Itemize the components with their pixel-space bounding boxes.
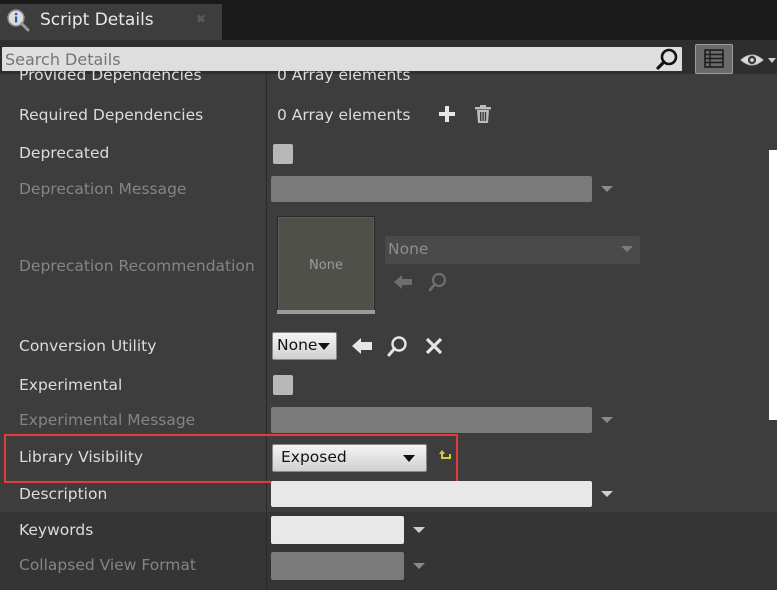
chevron-down-icon[interactable] [621, 246, 633, 252]
keywords-field[interactable] [271, 516, 404, 544]
chevron-down-icon [318, 343, 330, 350]
search-icon[interactable] [655, 48, 679, 70]
required-dependencies-value: 0 Array elements [277, 106, 411, 124]
trash-icon[interactable] [474, 104, 492, 124]
close-icon[interactable]: ✖ [196, 12, 206, 26]
property-matrix-button[interactable] [695, 44, 733, 74]
collapsed-view-format-label: Collapsed View Format [19, 556, 196, 574]
asset-picker-value: None [388, 240, 429, 258]
chevron-down-icon[interactable] [601, 186, 613, 192]
magnifier-info-icon [7, 9, 30, 32]
use-selected-arrow-icon[interactable] [393, 273, 413, 291]
browse-search-icon[interactable] [387, 335, 409, 357]
scrollbar-edge [769, 150, 777, 420]
column-divider[interactable] [266, 74, 267, 590]
highlight-box [4, 434, 458, 483]
eye-icon[interactable] [739, 48, 777, 72]
conversion-utility-label: Conversion Utility [19, 337, 157, 355]
chevron-down-icon[interactable] [601, 417, 613, 423]
deprecated-label: Deprecated [19, 144, 110, 162]
deprecation-recommendation-label: Deprecation Recommendation [19, 257, 255, 275]
deprecation-message-field[interactable] [271, 176, 592, 202]
tab-title: Script Details [40, 10, 154, 30]
clear-x-icon[interactable] [425, 337, 443, 355]
add-icon[interactable] [438, 105, 456, 123]
description-label: Description [19, 485, 108, 503]
search-input-overlay[interactable] [5, 49, 645, 69]
use-selected-arrow-icon[interactable] [351, 336, 373, 356]
experimental-message-label: Experimental Message [19, 411, 196, 429]
chevron-down-icon[interactable] [601, 491, 613, 497]
collapsed-view-format-field[interactable] [271, 552, 404, 580]
deprecated-checkbox[interactable] [273, 144, 293, 164]
conversion-utility-value: None [277, 336, 318, 354]
thumbnail-label: None [309, 258, 343, 273]
thumbnail-bar [277, 310, 375, 314]
experimental-message-field[interactable] [271, 407, 592, 433]
description-field[interactable] [271, 481, 592, 507]
keywords-label: Keywords [19, 521, 94, 539]
chevron-down-icon[interactable] [413, 527, 425, 533]
experimental-label: Experimental [19, 376, 123, 394]
browse-search-icon[interactable] [428, 272, 448, 292]
chevron-down-icon[interactable] [413, 563, 425, 569]
experimental-checkbox[interactable] [273, 375, 293, 395]
conversion-utility-dropdown[interactable]: None [272, 332, 337, 360]
required-dependencies-label: Required Dependencies [19, 106, 204, 124]
deprecation-message-label: Deprecation Message [19, 180, 187, 198]
list-grid-icon [704, 49, 724, 68]
